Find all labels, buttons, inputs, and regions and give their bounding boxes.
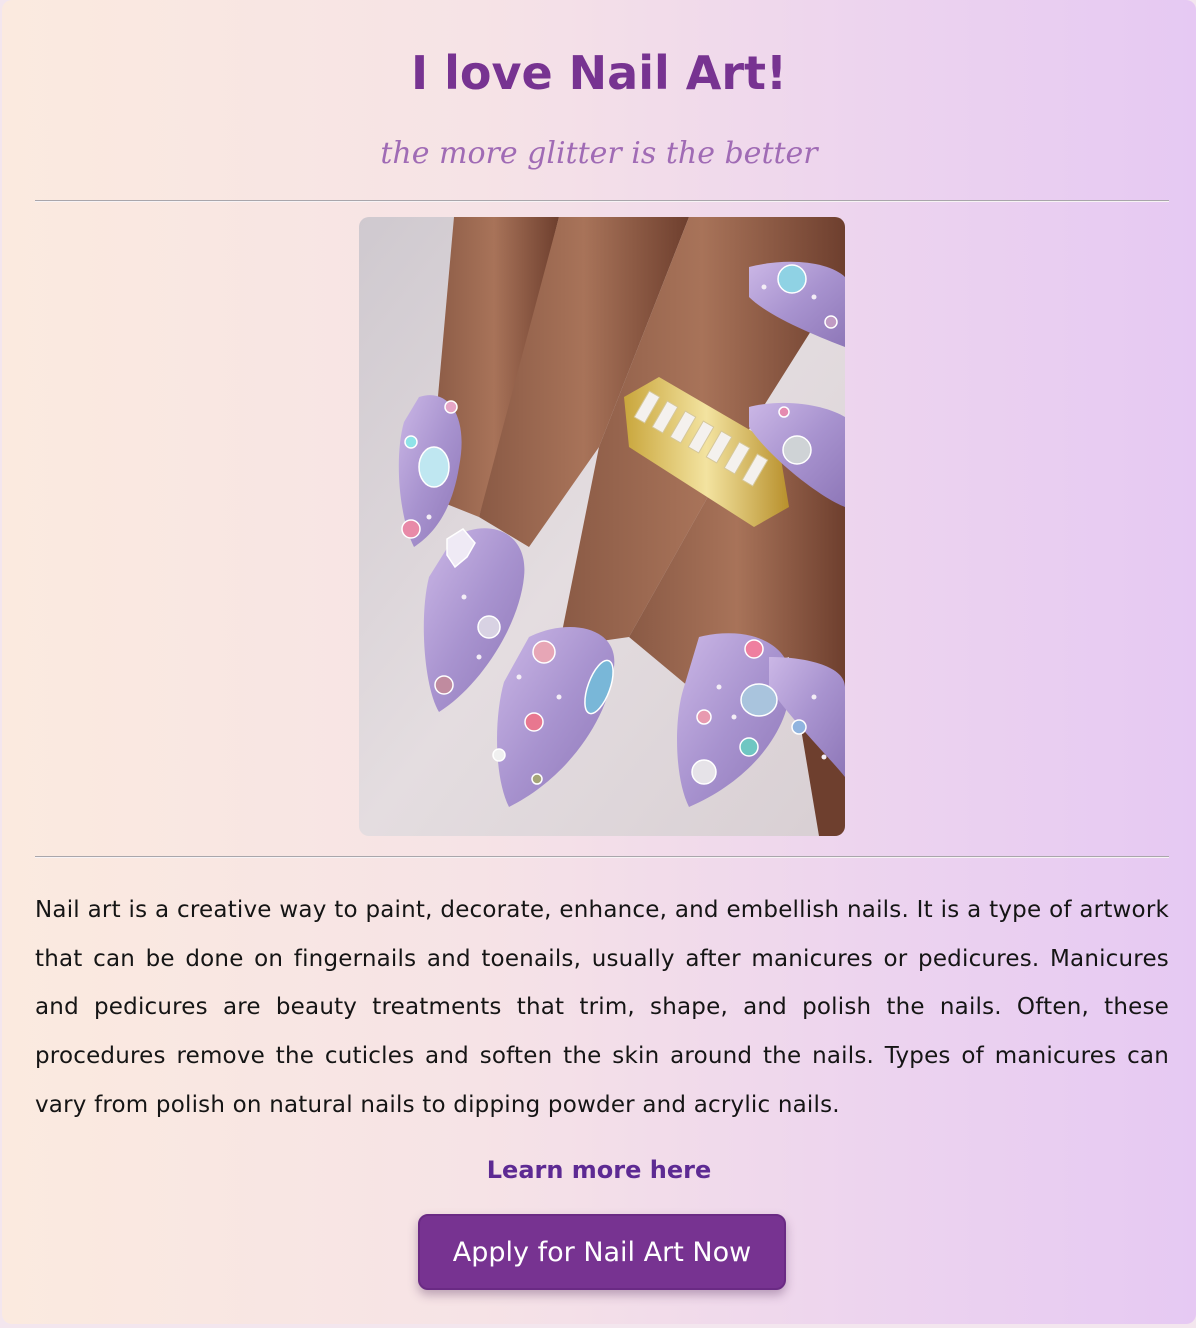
apply-button[interactable]: Apply for Nail Art Now [418, 1214, 786, 1290]
page-subtitle: the more glitter is the better [380, 136, 818, 171]
description-paragraph: Nail art is a creative way to paint, dec… [35, 897, 1169, 1118]
top-divider [35, 200, 1169, 202]
page-title: I love Nail Art! [410, 46, 788, 100]
nail-art-photo [359, 217, 845, 836]
bottom-divider [35, 856, 1169, 858]
page-card: I love Nail Art! the more glitter is the… [2, 0, 1196, 1324]
learn-more-link[interactable]: Learn more here [2, 1150, 1196, 1190]
